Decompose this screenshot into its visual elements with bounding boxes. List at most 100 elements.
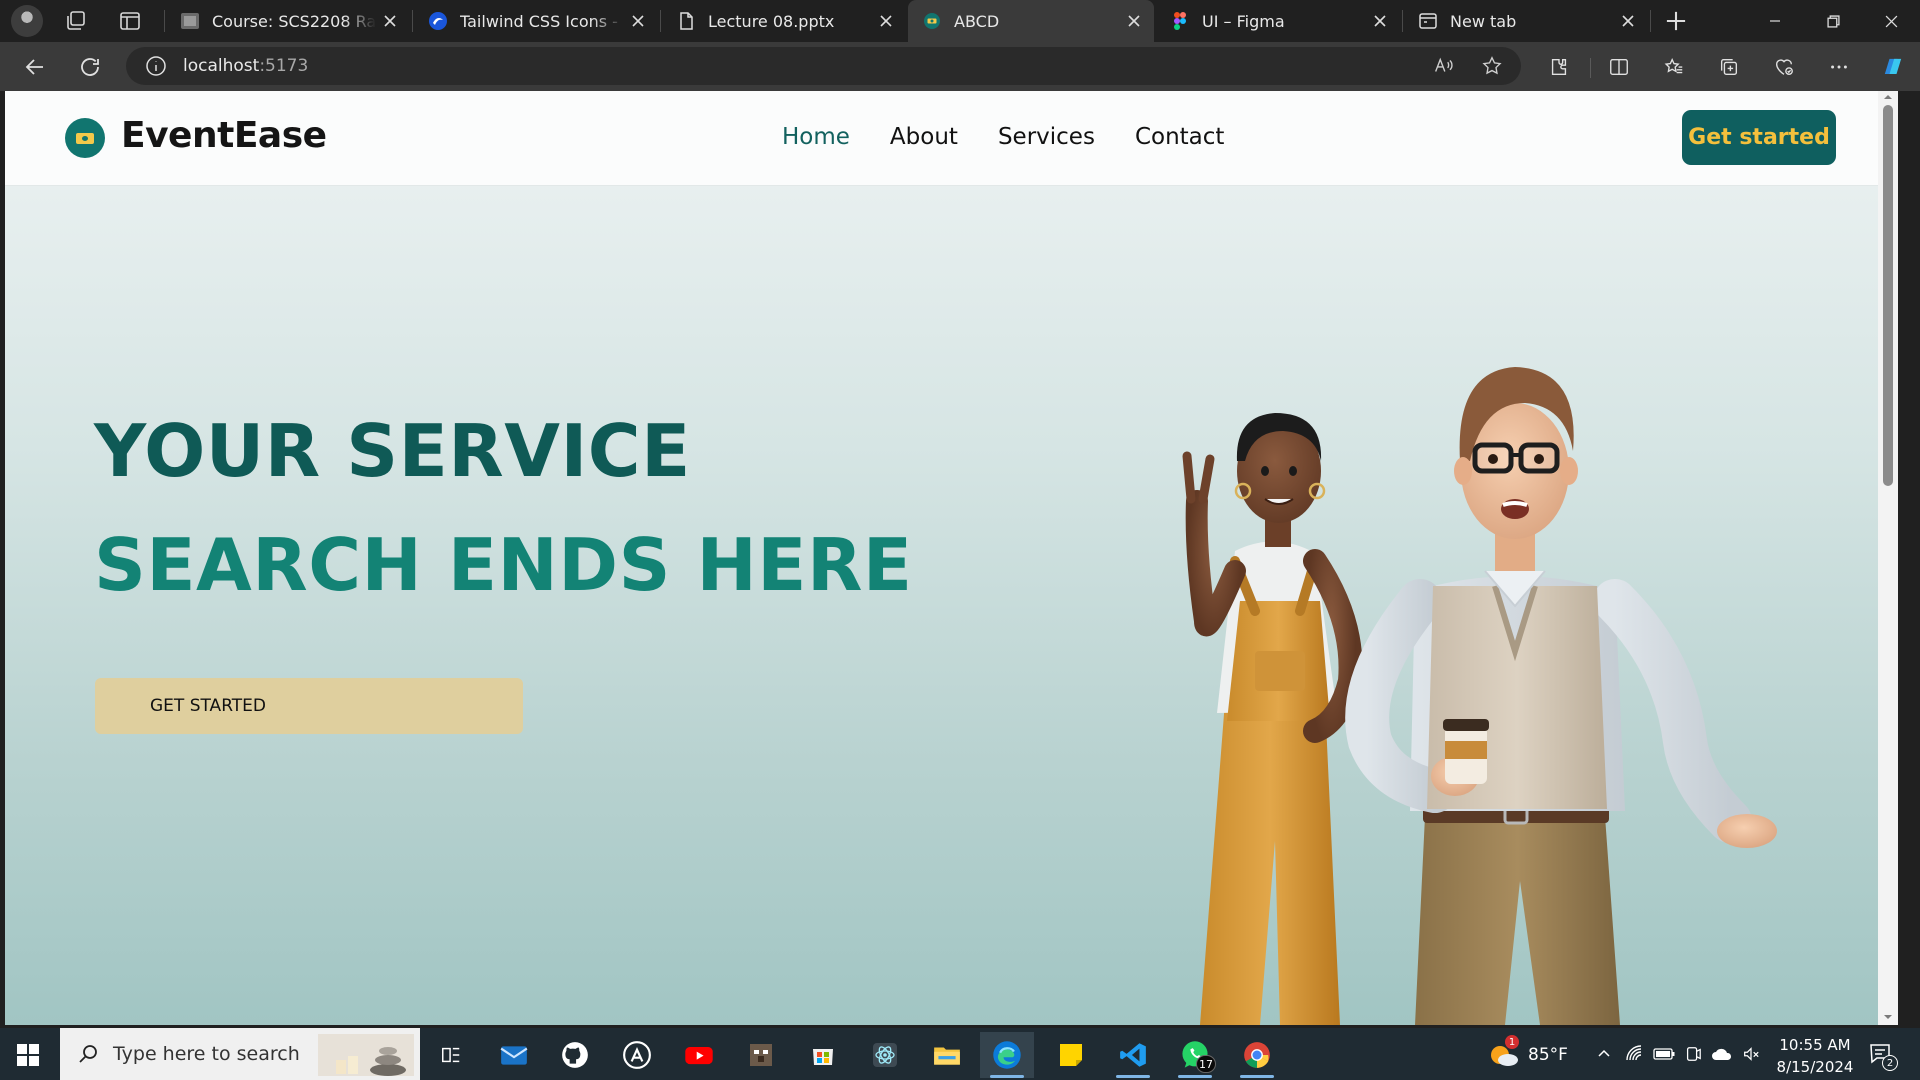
address-bar[interactable]: localhost:5173 xyxy=(126,47,1521,85)
close-tab-icon[interactable] xyxy=(624,7,652,35)
sticky-notes-icon[interactable] xyxy=(1044,1032,1098,1078)
minimize-button[interactable] xyxy=(1746,0,1804,42)
tab-divider xyxy=(412,10,413,32)
meet-now-icon[interactable] xyxy=(1681,1042,1705,1066)
active-app-indicator xyxy=(990,1075,1024,1078)
mail-icon[interactable] xyxy=(487,1032,541,1078)
hero-heading-line1: YOUR SERVICE xyxy=(94,409,691,493)
whatsapp-icon[interactable]: 17 xyxy=(1168,1032,1222,1078)
extensions-icon[interactable] xyxy=(1543,51,1575,83)
collections-icon[interactable] xyxy=(1713,51,1745,83)
running-app-indicator xyxy=(1116,1075,1150,1078)
close-tab-icon[interactable] xyxy=(376,7,404,35)
vscode-icon[interactable] xyxy=(1106,1032,1160,1078)
get-started-hero-button[interactable]: GET STARTED xyxy=(95,678,523,734)
battery-icon[interactable] xyxy=(1652,1042,1676,1066)
close-tab-icon[interactable] xyxy=(1366,7,1394,35)
task-view-icon[interactable] xyxy=(424,1032,478,1078)
nav-home[interactable]: Home xyxy=(782,124,850,150)
show-hidden-icons-chevron-icon[interactable] xyxy=(1592,1042,1616,1066)
favorites-icon[interactable] xyxy=(1658,51,1690,83)
weather-temperature: 85°F xyxy=(1528,1045,1568,1065)
tab-title: New tab xyxy=(1450,11,1517,31)
browser-tab-strip: Course: SCS2208 Rapid A Tailwind CSS Ico… xyxy=(0,0,1920,42)
notification-count-badge: 2 xyxy=(1882,1055,1898,1071)
tab-lecture[interactable]: Lecture 08.pptx xyxy=(662,0,906,42)
volume-muted-icon[interactable] xyxy=(1739,1042,1763,1066)
restore-button[interactable] xyxy=(1804,0,1862,42)
browser-essentials-icon[interactable] xyxy=(1768,51,1800,83)
wifi-icon[interactable] xyxy=(1623,1042,1647,1066)
hero-heading-line2: SEARCH ENDS HERE xyxy=(94,523,913,607)
tab-figma[interactable]: UI – Figma xyxy=(1156,0,1400,42)
get-started-header-button[interactable]: Get started xyxy=(1682,110,1836,165)
tab-title: Course: SCS2208 Rapid A xyxy=(212,11,376,31)
brand-name[interactable]: EventEase xyxy=(121,115,327,156)
site-header: EventEase Home About Services Contact Ge… xyxy=(5,91,1898,186)
woman-character xyxy=(1182,413,1363,1025)
youtube-icon[interactable] xyxy=(672,1032,726,1078)
nav-about[interactable]: About xyxy=(890,124,958,150)
scroll-down-arrow-icon[interactable] xyxy=(1882,1011,1894,1023)
close-tab-icon[interactable] xyxy=(1120,7,1148,35)
clock-date: 8/15/2024 xyxy=(1776,1058,1854,1076)
electron-icon[interactable] xyxy=(858,1032,912,1078)
url-host: localhost xyxy=(183,56,260,76)
back-button[interactable] xyxy=(19,51,51,83)
system-clock[interactable]: 10:55 AM 8/15/2024 xyxy=(1766,1034,1864,1078)
profile-avatar[interactable] xyxy=(11,5,43,37)
github-icon[interactable] xyxy=(548,1032,602,1078)
nav-contact[interactable]: Contact xyxy=(1135,124,1224,150)
edge-icon[interactable] xyxy=(980,1032,1034,1078)
file-explorer-icon[interactable] xyxy=(920,1032,974,1078)
search-icon xyxy=(77,1043,99,1065)
new-tab-button[interactable] xyxy=(1663,8,1691,34)
eventease-logo-icon[interactable] xyxy=(65,118,105,158)
page-scrollbar[interactable] xyxy=(1878,91,1898,1025)
search-highlight-stones-icon xyxy=(318,1034,414,1076)
read-aloud-icon[interactable] xyxy=(1428,51,1458,81)
tab-tailwind[interactable]: Tailwind CSS Icons - Flow xyxy=(414,0,658,42)
minecraft-icon[interactable] xyxy=(734,1032,788,1078)
windows-start-icon[interactable] xyxy=(16,1043,40,1067)
url-port: :5173 xyxy=(259,56,309,76)
microsoft-store-icon[interactable] xyxy=(796,1032,850,1078)
copilot-icon[interactable] xyxy=(1877,51,1909,83)
tab-divider xyxy=(1650,10,1651,32)
close-tab-icon[interactable] xyxy=(872,7,900,35)
tab-title: Tailwind CSS Icons - Flow xyxy=(460,11,624,31)
close-window-button[interactable] xyxy=(1862,0,1920,42)
close-tab-icon[interactable] xyxy=(1614,7,1642,35)
favorite-star-icon[interactable] xyxy=(1477,51,1507,81)
nav-services[interactable]: Services xyxy=(998,124,1095,150)
tab-new[interactable]: New tab xyxy=(1404,0,1648,42)
scroll-up-arrow-icon[interactable] xyxy=(1882,91,1894,103)
hero-illustration xyxy=(1182,367,1777,1025)
scrollbar-thumb[interactable] xyxy=(1883,105,1893,486)
search-placeholder: Type here to search xyxy=(113,1043,300,1065)
onedrive-icon[interactable] xyxy=(1710,1042,1734,1066)
refresh-button[interactable] xyxy=(74,51,106,83)
weather-sun-icon: 1 xyxy=(1488,1035,1520,1071)
tab-course[interactable]: Course: SCS2208 Rapid A xyxy=(166,0,410,42)
tab-abcd[interactable]: ABCD xyxy=(908,0,1154,42)
page-viewport: EventEase Home About Services Contact Ge… xyxy=(5,91,1898,1025)
weather-widget[interactable]: 1 85°F xyxy=(1488,1035,1568,1072)
site-info-icon[interactable] xyxy=(145,55,167,77)
split-screen-icon[interactable] xyxy=(1603,51,1635,83)
tab-actions-icon[interactable] xyxy=(118,9,142,33)
windows-taskbar: Type here to search 17 1 85°F 10:55 AM 8… xyxy=(0,1028,1920,1080)
notification-center-icon[interactable]: 2 xyxy=(1868,1041,1898,1071)
weather-alert-badge: 1 xyxy=(1505,1035,1519,1049)
workspaces-icon[interactable] xyxy=(64,9,88,33)
tab-divider xyxy=(660,10,661,32)
app-store-icon[interactable] xyxy=(610,1032,664,1078)
eventease-favicon xyxy=(922,11,942,31)
tab-title: Lecture 08.pptx xyxy=(708,11,835,31)
document-icon xyxy=(676,11,696,31)
more-options-icon[interactable] xyxy=(1823,51,1855,83)
running-app-indicator xyxy=(1178,1075,1212,1078)
taskbar-search[interactable]: Type here to search xyxy=(60,1028,420,1080)
url-text: localhost:5173 xyxy=(183,56,308,76)
chrome-icon[interactable] xyxy=(1230,1032,1284,1078)
